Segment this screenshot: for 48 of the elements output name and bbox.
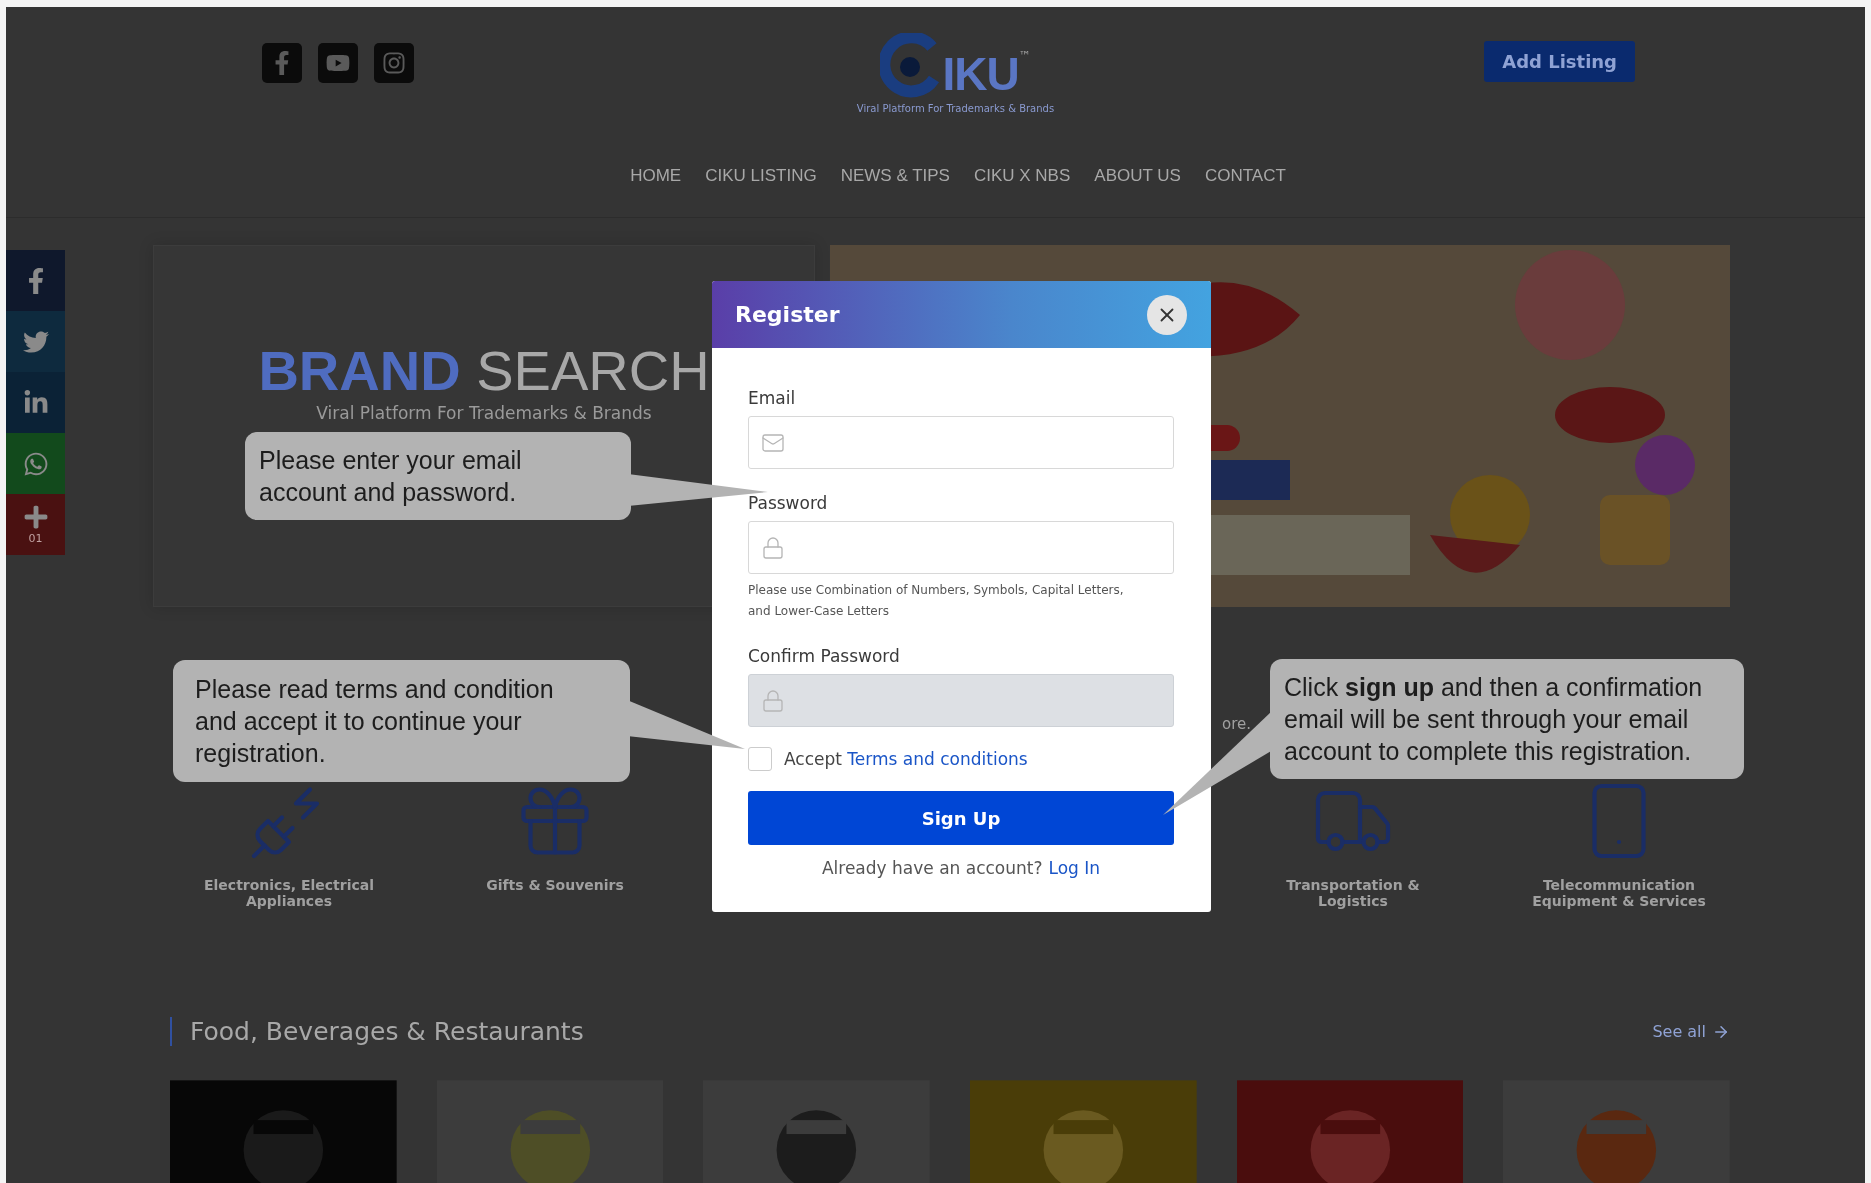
share-button[interactable]: [6, 433, 65, 494]
plus-icon: [22, 504, 49, 530]
login-prompt: Already have an account?: [821, 858, 1043, 878]
password-field[interactable]: [748, 521, 1174, 574]
category-label[interactable]: Telecommunication Equipment & Services: [1524, 877, 1714, 909]
logo-tagline: Viral Platform For Trademarks & Brands: [856, 103, 1055, 114]
share-button[interactable]: [6, 250, 65, 311]
callout-text: Please read terms and condition and accept it to continue your registration.: [173, 660, 630, 782]
linkedin-icon: [22, 389, 49, 416]
see-all-link[interactable]: See all: [1652, 1022, 1730, 1041]
share-button[interactable]: 01: [6, 494, 65, 555]
close-button[interactable]: [1147, 294, 1187, 335]
instagram-icon[interactable]: [374, 43, 414, 83]
share-button[interactable]: [6, 311, 65, 372]
password-hint: Please use Combination of Numbers, Symbols, Capital Letters, and Lower-Case Letters: [748, 582, 1125, 620]
field-label: Password: [748, 493, 829, 513]
share-count: 01: [28, 532, 43, 545]
youtube-icon[interactable]: [318, 43, 358, 83]
sign-up-button[interactable]: Sign Up: [748, 791, 1174, 845]
accept-terms-text: Accept Terms and conditions: [784, 749, 1028, 769]
field-label: Confirm Password: [748, 646, 901, 666]
nav-link[interactable]: HOME: [630, 166, 682, 186]
nav-link[interactable]: CIKU LISTING: [705, 166, 817, 186]
accept-checkbox[interactable]: [748, 747, 772, 771]
category-label[interactable]: Gifts & Souvenirs: [460, 877, 650, 893]
nav-link[interactable]: CIKU X NBS: [973, 166, 1071, 186]
dialog-title: Register: [735, 302, 840, 327]
trademark-sign: ™: [1018, 49, 1031, 63]
brand-search-subtitle: Viral Platform For Trademarks & Brands: [316, 403, 652, 423]
share-button[interactable]: [6, 372, 65, 433]
lock-icon: [761, 535, 785, 560]
brand-search-title: BRAND SEARCH: [258, 338, 710, 403]
terms-link[interactable]: Terms and conditions: [847, 749, 1028, 769]
logo-wordmark: IKU: [942, 47, 1019, 101]
whatsapp-icon: [22, 450, 49, 477]
section-title: Food, Beverages & Restaurants: [170, 1017, 584, 1046]
add-listing-button[interactable]: Add Listing: [1484, 41, 1635, 82]
nav-link[interactable]: ABOUT US: [1094, 166, 1181, 186]
nav-link[interactable]: CONTACT: [1204, 166, 1286, 186]
callout-text: Please enter your email account and password.: [245, 432, 631, 520]
email-field[interactable]: [748, 416, 1174, 469]
category-label[interactable]: Electronics, Electrical Appliances: [194, 877, 384, 909]
category-label[interactable]: Transportation & Logistics: [1258, 877, 1448, 909]
nav-link[interactable]: NEWS & TIPS: [840, 166, 950, 186]
log-in-link[interactable]: Log In: [1048, 858, 1101, 878]
lock-icon: [761, 688, 785, 713]
facebook-icon[interactable]: [262, 43, 302, 83]
field-label: Email: [748, 388, 797, 408]
